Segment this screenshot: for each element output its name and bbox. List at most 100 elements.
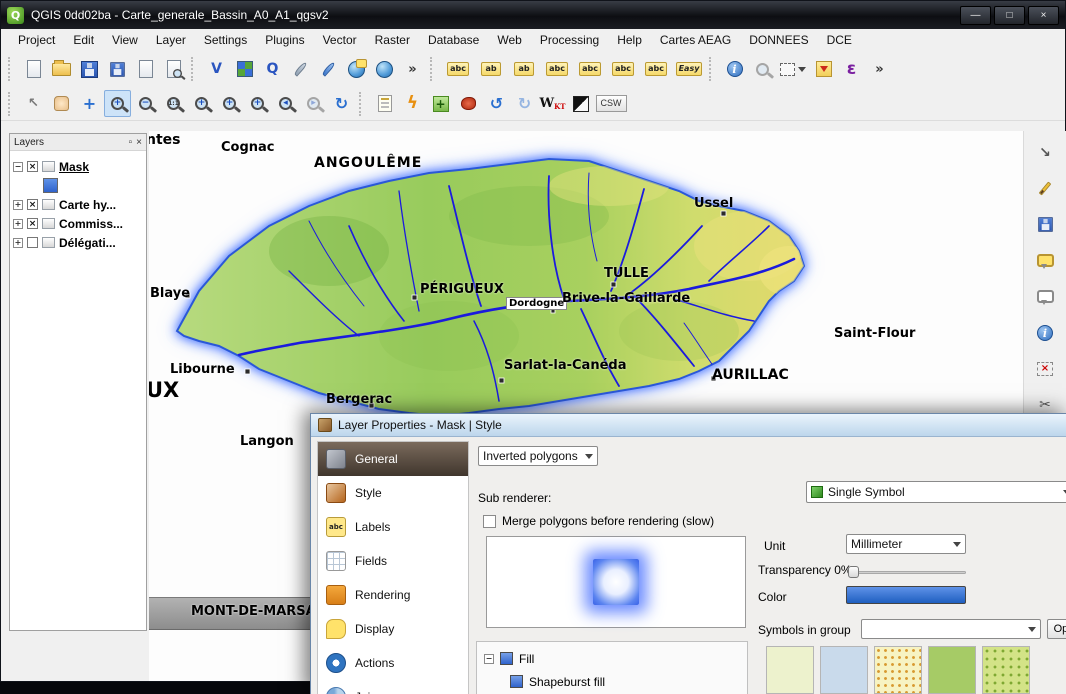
black-white-tool-button[interactable] [567,90,594,117]
toolbar-overflow-button-2[interactable]: » [866,56,893,83]
tab-joins[interactable]: Joins [318,680,468,694]
attributes-table-button[interactable] [371,90,398,117]
layer-label[interactable]: Commiss... [59,217,123,231]
toolbar-grip[interactable] [191,57,199,81]
tab-actions[interactable]: Actions [318,646,468,680]
menu-view[interactable]: View [103,31,147,49]
layer-row-delegati[interactable]: + Délégati... [13,234,143,251]
save-project-as-button[interactable] [104,56,131,83]
new-memory-layer-button[interactable] [315,56,342,83]
label-tool-button-6[interactable]: abc [607,56,639,83]
form-annotation-button[interactable] [1032,283,1059,310]
menu-help[interactable]: Help [608,31,651,49]
redo-button[interactable]: ↻ [511,90,538,117]
composer-manager-button[interactable] [160,56,187,83]
new-shapefile-button[interactable] [287,56,314,83]
panel-close-button[interactable]: × [136,137,142,148]
node-tool-button[interactable]: V [203,56,230,83]
expander-icon[interactable]: + [13,200,23,210]
menu-project[interactable]: Project [9,31,64,49]
text-annotation-button[interactable] [1032,247,1059,274]
run-action-button[interactable]: ϟ [399,90,426,117]
label-tool-button-4[interactable]: abc [541,56,573,83]
select-features-button[interactable] [777,56,809,83]
toolbar-grip[interactable] [359,92,367,116]
menu-layer[interactable]: Layer [147,31,195,49]
layer-checkbox[interactable]: × [27,199,38,210]
html-annotation-button[interactable]: i [1032,319,1059,346]
symbol-type-combo[interactable]: Single Symbol [806,481,1066,503]
title-bar[interactable]: Q QGIS 0dd02ba - Carte_generale_Bassin_A… [1,1,1065,29]
tab-style[interactable]: Style [318,476,468,510]
unit-combo[interactable]: Millimeter [846,534,966,554]
expander-icon[interactable]: − [484,654,494,664]
tab-rendering[interactable]: Rendering [318,578,468,612]
expander-icon[interactable]: − [13,162,23,172]
tab-labels[interactable]: abcLabels [318,510,468,544]
open-project-button[interactable] [48,56,75,83]
open-library-button[interactable]: Ope [1047,619,1066,639]
toolbar-grip[interactable] [430,57,438,81]
maximize-button[interactable]: □ [994,6,1025,25]
toolbar-grip[interactable] [8,92,16,116]
wkt-tool-button[interactable]: WKT [539,90,566,117]
menu-cartes-aeag[interactable]: Cartes AEAG [651,31,740,49]
slider-thumb[interactable] [848,566,859,578]
symbol-swatch[interactable] [820,646,868,694]
layer-row-mask[interactable]: − × Mask [13,158,143,175]
label-tool-button-2[interactable]: ab [475,56,507,83]
save-edits-button[interactable] [1032,211,1059,238]
layer-label[interactable]: Délégati... [59,236,116,250]
refresh-map-button[interactable]: ↻ [328,90,355,117]
toolbar-overflow-button[interactable]: » [399,56,426,83]
renderer-type-combo[interactable]: Inverted polygons [478,446,598,466]
transparency-slider[interactable] [848,565,966,579]
layer-row-carte[interactable]: + × Carte hy... [13,196,143,213]
layer-label[interactable]: Mask [59,160,89,174]
symbol-swatch[interactable] [874,646,922,694]
zoom-to-layer-button[interactable]: + [244,90,271,117]
identify-features-button[interactable]: i [721,56,748,83]
new-geopackage-button[interactable] [231,56,258,83]
zoom-in-button[interactable]: + [104,90,131,117]
label-tool-button-1[interactable]: abc [442,56,474,83]
menu-dce[interactable]: DCE [818,31,861,49]
touch-zoom-button[interactable]: ↖ [20,90,47,117]
easy-print-button[interactable]: Easy [673,56,705,83]
zoom-search-button[interactable] [749,56,776,83]
save-project-button[interactable] [76,56,103,83]
plugin-red-button[interactable] [455,90,482,117]
minimize-button[interactable]: — [960,6,991,25]
remove-annotation-button[interactable]: × [1032,355,1059,382]
menu-processing[interactable]: Processing [531,31,608,49]
zoom-out-button[interactable]: − [132,90,159,117]
menu-vector[interactable]: Vector [314,31,366,49]
menu-settings[interactable]: Settings [195,31,256,49]
expander-icon[interactable]: + [13,219,23,229]
move-annotation-button[interactable]: ↘ [1032,139,1059,166]
symbol-tree-row-shapeburst[interactable]: Shapeburst fill [510,670,740,693]
zoom-next-button[interactable]: ▸ [300,90,327,117]
color-picker-button[interactable] [846,586,966,604]
zoom-native-button[interactable]: 1:1 [160,90,187,117]
layer-row-commiss[interactable]: + × Commiss... [13,215,143,232]
pan-map-button[interactable] [48,90,75,117]
symbol-swatch[interactable] [928,646,976,694]
label-tool-button-3[interactable]: ab [508,56,540,83]
new-project-button[interactable] [20,56,47,83]
menu-edit[interactable]: Edit [64,31,103,49]
pencil-annotation-button[interactable] [1032,175,1059,202]
menu-plugins[interactable]: Plugins [256,31,313,49]
layers-panel-header[interactable]: Layers ▫ × [10,134,146,151]
tab-fields[interactable]: Fields [318,544,468,578]
symbol-swatch[interactable] [982,646,1030,694]
symbol-tree-row-fill[interactable]: − Fill [484,647,740,670]
label-tool-button-5[interactable]: abc [574,56,606,83]
dialog-title-bar[interactable]: Layer Properties - Mask | Style [311,414,1066,437]
new-composer-button[interactable] [132,56,159,83]
menu-database[interactable]: Database [419,31,488,49]
undo-button[interactable]: ↺ [483,90,510,117]
layer-label[interactable]: Carte hy... [59,198,116,212]
layer-checkbox[interactable]: × [27,161,38,172]
merge-polygons-checkbox[interactable] [483,515,496,528]
